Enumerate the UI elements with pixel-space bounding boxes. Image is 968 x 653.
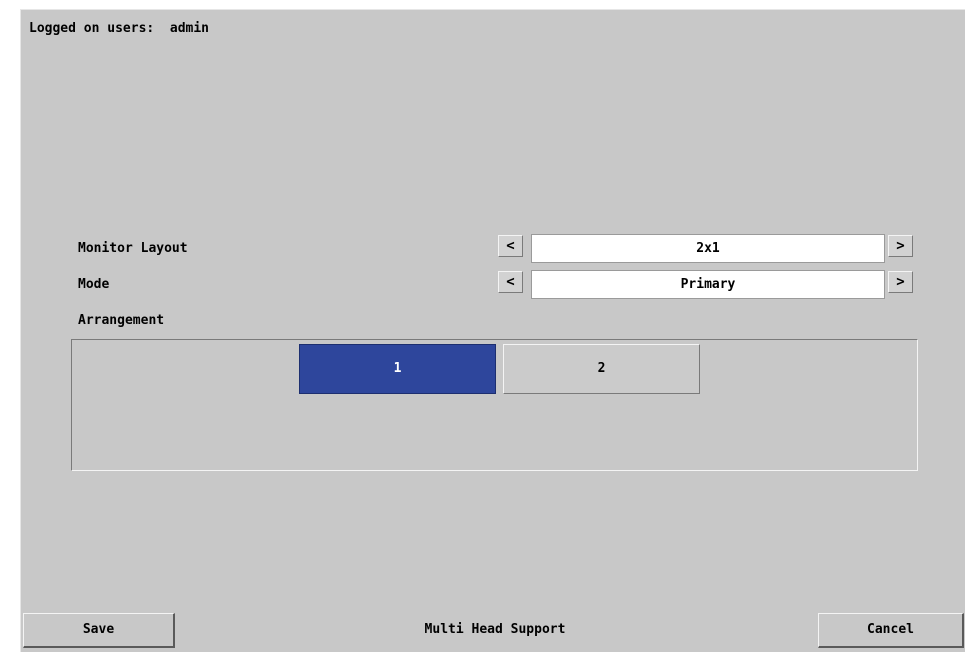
- arrangement-panel: 1 2: [71, 339, 918, 471]
- monitor-1-tile[interactable]: 1: [299, 344, 496, 394]
- mode-value: Primary: [531, 270, 885, 299]
- arrangement-label: Arrangement: [78, 313, 165, 328]
- monitor-layout-next-button[interactable]: >: [888, 235, 913, 257]
- mode-label: Mode: [78, 277, 110, 292]
- multi-head-support-screen: Logged on users: admin Monitor Layout < …: [20, 9, 965, 652]
- monitor-layout-spinner: < 2x1 >: [498, 234, 918, 263]
- mode-spinner: < Primary >: [498, 270, 918, 299]
- monitor-2-tile[interactable]: 2: [503, 344, 700, 394]
- cancel-button[interactable]: Cancel: [818, 613, 964, 648]
- monitor-layout-value: 2x1: [531, 234, 885, 263]
- monitor-layout-prev-button[interactable]: <: [498, 235, 523, 257]
- monitor-layout-label: Monitor Layout: [78, 241, 188, 256]
- mode-prev-button[interactable]: <: [498, 271, 523, 293]
- mode-next-button[interactable]: >: [888, 271, 913, 293]
- save-button[interactable]: Save: [23, 613, 175, 648]
- screen-title: Multi Head Support: [424, 622, 566, 637]
- logged-on-users-status: Logged on users: admin: [29, 21, 210, 36]
